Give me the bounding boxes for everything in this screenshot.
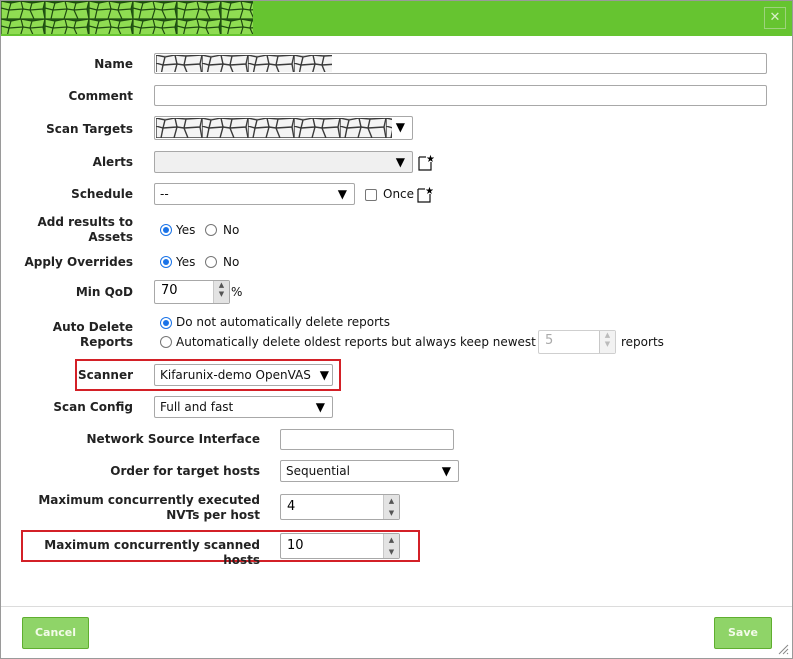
scanner-value: Kifarunix-demo OpenVAS [160, 368, 311, 382]
schedule-value: -- [160, 187, 169, 201]
min-qod-label: Min QoD [75, 285, 133, 299]
close-icon[interactable]: ✕ [764, 7, 786, 29]
scan-targets-select[interactable]: ▼ [154, 116, 413, 140]
max-nvts-value: 4 [287, 499, 296, 514]
network-source-input[interactable] [280, 429, 454, 450]
save-button[interactable]: Save [714, 617, 772, 649]
max-hosts-label: Maximum concurrently scanned hosts [44, 538, 260, 567]
once-checkbox[interactable] [365, 189, 377, 201]
order-hosts-select[interactable]: Sequential ▼ [280, 460, 459, 482]
add-results-no-radio[interactable] [205, 224, 217, 236]
chevron-down-icon: ▼ [316, 365, 329, 385]
scan-config-value: Full and fast [160, 400, 234, 414]
min-qod-stepper[interactable]: 70 ▲ ▼ [154, 280, 230, 304]
apply-overrides-yes-radio[interactable] [160, 256, 172, 268]
min-qod-unit: % [231, 285, 243, 299]
once-label: Once [383, 187, 415, 201]
auto-delete-on-radio[interactable] [160, 336, 172, 348]
max-hosts-value: 10 [287, 538, 304, 553]
scan-targets-value-mosaic [156, 118, 392, 138]
order-hosts-value: Sequential [286, 464, 350, 478]
spinner-arrows-icon[interactable]: ▲ ▼ [383, 534, 399, 558]
alerts-select[interactable]: ▼ [154, 151, 413, 173]
auto-delete-off-label: Do not automatically delete reports [176, 315, 391, 329]
edit-task-dialog: ✕ Name Comment Scan Targets ▼ Alerts ▼ ★… [0, 0, 793, 659]
max-hosts-stepper[interactable]: 10 ▲ ▼ [280, 533, 400, 559]
spinner-arrows-icon[interactable]: ▲ ▼ [383, 495, 399, 519]
min-qod-value: 70 [161, 283, 178, 298]
comment-label: Comment [68, 89, 133, 103]
add-results-label: Add results to Assets [37, 215, 133, 244]
scan-targets-label: Scan Targets [46, 122, 133, 136]
scan-config-select[interactable]: Full and fast ▼ [154, 396, 333, 418]
spinner-arrows-icon[interactable]: ▲ ▼ [213, 281, 229, 303]
name-label: Name [94, 57, 133, 71]
chevron-down-icon: ▼ [441, 464, 451, 478]
dialog-titlebar: ✕ [1, 1, 792, 36]
auto-delete-keep-stepper[interactable]: 5 ▲ ▼ [538, 330, 616, 354]
auto-delete-on-label: Automatically delete oldest reports but … [176, 335, 536, 349]
max-nvts-stepper[interactable]: 4 ▲ ▼ [280, 494, 400, 520]
network-source-label: Network Source Interface [86, 432, 260, 446]
order-hosts-label: Order for target hosts [110, 464, 260, 478]
footer-divider [1, 606, 792, 607]
scan-config-label: Scan Config [53, 400, 133, 414]
chevron-down-icon: ▼ [395, 155, 405, 169]
auto-delete-label: Auto Delete Reports [52, 320, 133, 349]
apply-overrides-no-label: No [223, 255, 240, 269]
add-results-yes-label: Yes [176, 223, 196, 237]
add-results-yes-radio[interactable] [160, 224, 172, 236]
auto-delete-keep-value: 5 [545, 333, 554, 348]
spinner-arrows-icon[interactable]: ▲ ▼ [599, 331, 615, 353]
max-nvts-label: Maximum concurrently executed NVTs per h… [38, 493, 260, 522]
svg-text:★: ★ [426, 154, 434, 165]
chevron-down-icon: ▼ [337, 187, 347, 201]
auto-delete-off-radio[interactable] [160, 317, 172, 329]
resize-grip-icon[interactable] [777, 643, 789, 655]
svg-text:★: ★ [425, 186, 433, 197]
apply-overrides-label: Apply Overrides [24, 255, 133, 269]
chevron-down-icon: ▼ [315, 400, 325, 414]
name-input[interactable] [154, 53, 767, 74]
comment-input[interactable] [154, 85, 767, 106]
scanner-label: Scanner [78, 368, 133, 382]
apply-overrides-yes-label: Yes [176, 255, 196, 269]
new-schedule-icon[interactable]: ★ [417, 185, 433, 203]
cancel-button[interactable]: Cancel [22, 617, 89, 649]
new-alert-icon[interactable]: ★ [418, 153, 434, 171]
title-mosaic-image [1, 1, 253, 34]
add-results-no-label: No [223, 223, 240, 237]
name-value-mosaic [156, 55, 332, 72]
scanner-select[interactable]: Kifarunix-demo OpenVAS ▼ [154, 364, 333, 386]
auto-delete-suffix: reports [621, 335, 664, 349]
apply-overrides-no-radio[interactable] [205, 256, 217, 268]
chevron-down-icon: ▼ [395, 120, 405, 134]
schedule-select[interactable]: -- ▼ [154, 183, 355, 205]
schedule-label: Schedule [71, 187, 133, 201]
alerts-label: Alerts [92, 155, 133, 169]
